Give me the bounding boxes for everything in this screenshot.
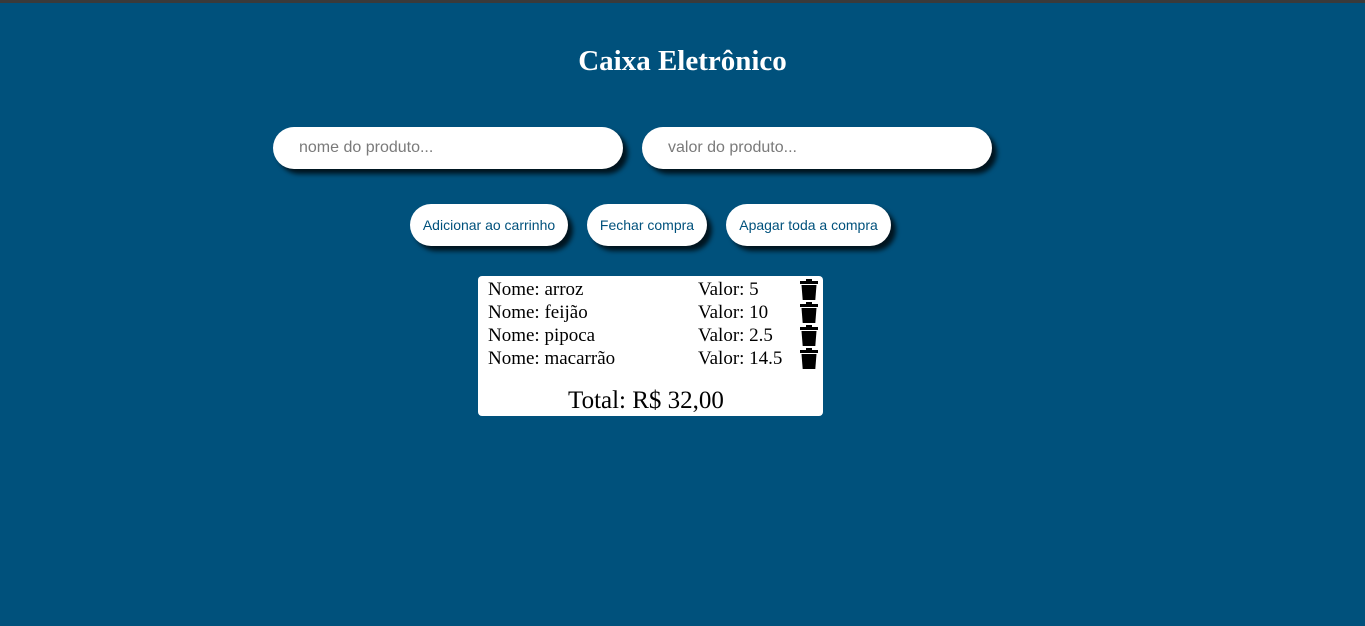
trash-icon[interactable] — [800, 325, 818, 346]
product-value-input[interactable] — [642, 127, 992, 169]
trash-icon[interactable] — [800, 279, 818, 300]
cart-total: Total: R$ 32,00 — [568, 387, 724, 414]
trash-icon[interactable] — [800, 302, 818, 323]
product-name-input[interactable] — [273, 127, 623, 169]
close-purchase-button[interactable]: Fechar compra — [587, 204, 707, 246]
cart-item: Nome: pipoca Valor: 2.5 — [478, 324, 823, 347]
cart-item-name: Nome: macarrão — [488, 348, 616, 369]
cart-item-value: Valor: 14.5 — [698, 348, 783, 369]
cart-item-name: Nome: feijão — [488, 302, 588, 323]
add-to-cart-button[interactable]: Adicionar ao carrinho — [410, 204, 568, 246]
cart-item-name: Nome: arroz — [488, 279, 584, 300]
page-title: Caixa Eletrônico — [578, 45, 787, 77]
cart-item: Nome: arroz Valor: 5 — [478, 278, 823, 301]
cart-item-value: Valor: 10 — [698, 302, 769, 323]
cart-item-name: Nome: pipoca — [488, 325, 596, 346]
cart-item-value: Valor: 5 — [698, 279, 759, 300]
cart-panel: Nome: arroz Valor: 5 Nome: feijão Valor:… — [478, 276, 823, 416]
cart-item: Nome: macarrão Valor: 14.5 — [478, 347, 823, 370]
cart-item: Nome: feijão Valor: 10 — [478, 301, 823, 324]
cart-item-value: Valor: 2.5 — [698, 325, 773, 346]
clear-purchase-button[interactable]: Apagar toda a compra — [726, 204, 891, 246]
trash-icon[interactable] — [800, 348, 818, 369]
